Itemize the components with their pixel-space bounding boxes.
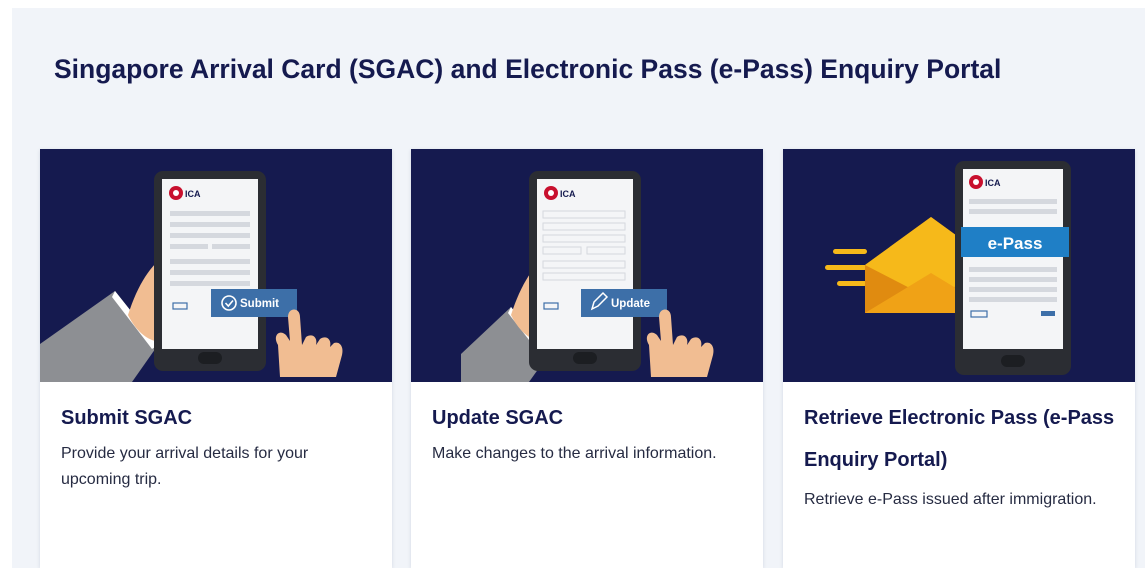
epass-banner-label: e-Pass (988, 234, 1043, 253)
retrieve-epass-card[interactable]: ICA e-Pass Retrieve Electronic Pass (e-P… (783, 149, 1135, 568)
submit-sgac-title: Submit SGAC (61, 407, 193, 429)
retrieve-epass-title: Retrieve Electronic Pass (e-Pass Enquiry… (804, 407, 1115, 471)
ica-logo-text: ICA (985, 178, 1001, 188)
update-button-label: Update (611, 298, 650, 310)
retrieve-epass-illustration: ICA e-Pass (783, 149, 1135, 382)
page-title: Singapore Arrival Card (SGAC) and Electr… (54, 54, 1002, 84)
submit-sgac-description: Provide your arrival details for your up… (61, 445, 309, 488)
update-sgac-illustration: ICA Update (411, 149, 763, 382)
ica-logo-text: ICA (560, 189, 576, 199)
submit-sgac-card[interactable]: ICA Submit Submit SGAC Provide your arri… (40, 149, 392, 568)
update-sgac-title: Update SGAC (432, 407, 564, 429)
ica-logo-text: ICA (185, 189, 201, 199)
retrieve-epass-description: Retrieve e-Pass issued after immigration… (804, 491, 1097, 508)
update-sgac-card[interactable]: ICA Update Update SGAC Make changes to t… (411, 149, 763, 568)
page-container: Singapore Arrival Card (SGAC) and Electr… (12, 8, 1145, 568)
tapping-hand-shape (646, 309, 714, 377)
update-sgac-description: Make changes to the arrival information. (432, 445, 717, 462)
submit-sgac-illustration: ICA Submit (40, 149, 392, 382)
tapping-hand-shape (275, 309, 343, 377)
submit-button-label: Submit (240, 298, 279, 310)
